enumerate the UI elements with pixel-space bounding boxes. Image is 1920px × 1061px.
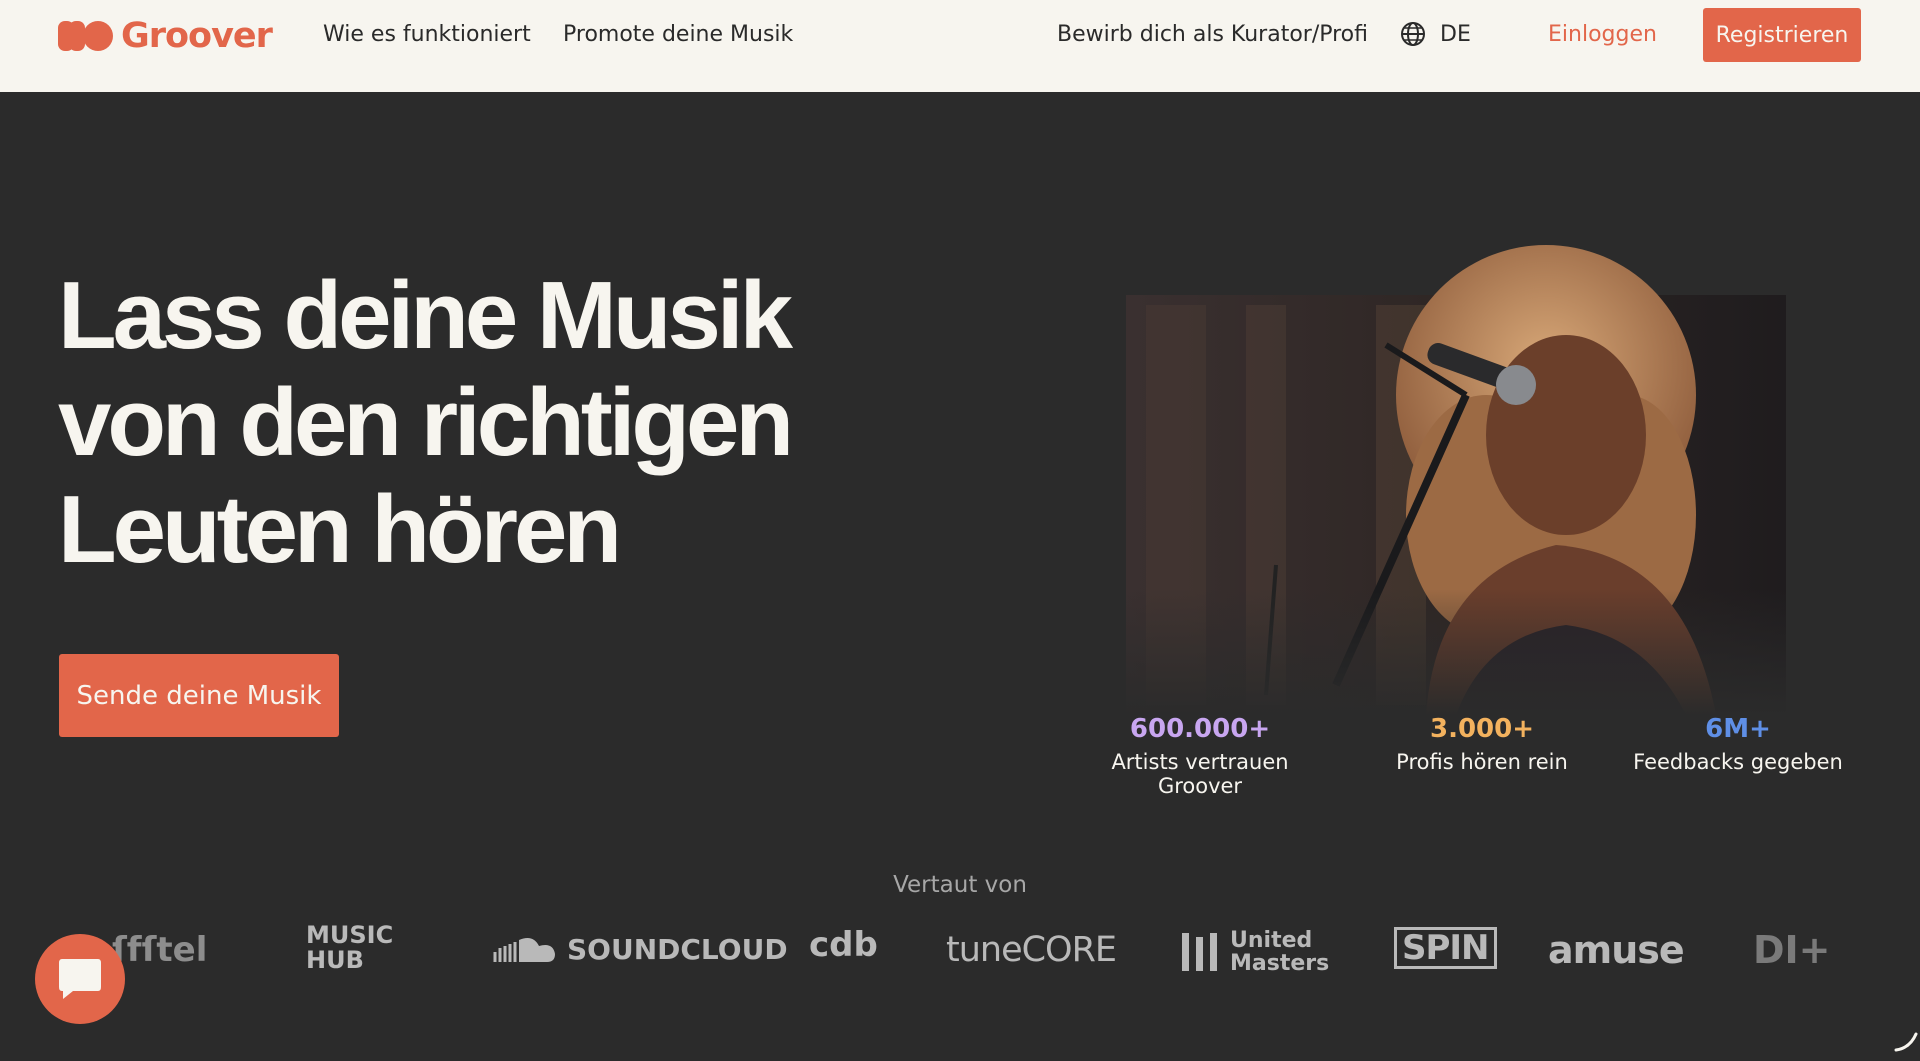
- stat-label: Artists vertrauen Groover: [1111, 750, 1289, 798]
- chat-button[interactable]: [35, 934, 125, 1024]
- partner-logo-cdbaby: cdb: [809, 925, 878, 965]
- partner-logo-music-hub: MUSIC HUB: [306, 921, 394, 974]
- globe-icon: [1401, 22, 1425, 46]
- soundcloud-icon: [493, 937, 555, 962]
- partner-logos: ſfſtel MUSIC HUB SOUNDCLOUD cdb tuneCORE…: [0, 915, 1920, 985]
- register-button[interactable]: Registrieren: [1703, 8, 1861, 62]
- groover-logo-icon: [58, 21, 113, 51]
- language-code: DE: [1440, 21, 1471, 47]
- stat-label: Feedbacks gegeben: [1633, 750, 1843, 774]
- language-selector[interactable]: DE: [1400, 21, 1471, 47]
- partner-logo-amuse: amuse: [1548, 928, 1685, 972]
- stat-pros: 3.000+ Profis hören rein: [1382, 714, 1582, 774]
- trusted-by-label: Vertaut von: [893, 872, 1027, 898]
- brand-name: Groover: [121, 16, 273, 56]
- partner-logo-spin: SPIN: [1394, 927, 1497, 969]
- stat-value: 600.000+: [1129, 714, 1271, 744]
- united-masters-label: United Masters: [1230, 928, 1330, 976]
- partner-logo: DI+: [1753, 928, 1831, 972]
- hero-title-line: Leuten hören: [58, 476, 622, 583]
- hero-singer-photo: [1126, 215, 1786, 715]
- stat-feedbacks: 6M+ Feedbacks gegeben: [1628, 714, 1848, 774]
- nav-apply-curator[interactable]: Bewirb dich als Kurator/Profi: [1057, 22, 1368, 47]
- stat-value: 6M+: [1705, 714, 1771, 744]
- send-music-button[interactable]: Sende deine Musik: [59, 654, 339, 737]
- partner-logo: ſfſtel: [112, 930, 208, 970]
- united-masters-icon: [1182, 933, 1217, 971]
- top-navigation: Groover Wie es funktioniert Promote dein…: [0, 0, 1920, 92]
- hero-title: Lass deine Musik von den richtigen Leute…: [58, 262, 918, 583]
- stat-artists: 600.000+ Artists vertrauen Groover: [1068, 714, 1332, 798]
- stat-value: 3.000+: [1429, 714, 1535, 744]
- nav-how-it-works[interactable]: Wie es funktioniert: [323, 22, 531, 47]
- soundcloud-label: SOUNDCLOUD: [567, 933, 788, 966]
- loading-spinner-icon: [1894, 1032, 1918, 1052]
- hero-title-line: Lass deine Musik: [58, 262, 793, 369]
- login-link[interactable]: Einloggen: [1548, 22, 1657, 47]
- partner-logo-soundcloud: SOUNDCLOUD: [493, 933, 788, 966]
- partner-logo-united-masters: United Masters: [1182, 928, 1330, 976]
- stat-label: Profis hören rein: [1396, 750, 1568, 774]
- nav-promote-music[interactable]: Promote deine Musik: [563, 22, 793, 47]
- chat-bubble-icon: [59, 959, 101, 999]
- groover-logo[interactable]: Groover: [58, 16, 273, 56]
- partner-logo-tunecore: tuneCORE: [946, 930, 1117, 970]
- hero-title-line: von den richtigen: [58, 369, 794, 476]
